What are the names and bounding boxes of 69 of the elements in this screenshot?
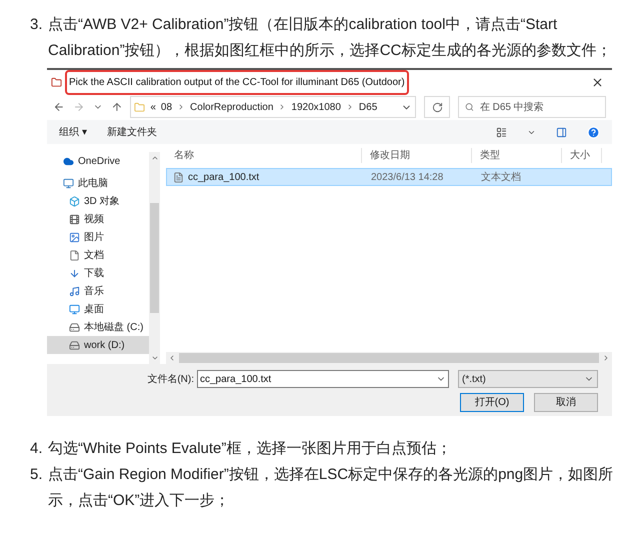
view-icon[interactable] (496, 126, 507, 138)
nav-icon (69, 232, 80, 242)
close-icon[interactable] (591, 76, 604, 88)
file-type: 文本文档 (480, 170, 522, 184)
step-number: 5. (30, 465, 44, 485)
search-input[interactable]: 在 D65 中搜索 (480, 100, 599, 114)
scroll-down-icon[interactable] (150, 354, 158, 362)
search-field[interactable]: 在 D65 中搜索 (458, 96, 606, 118)
toolbar-button[interactable]: 新建文件夹 (106, 124, 157, 140)
folder-icon (134, 102, 146, 112)
help-icon[interactable] (587, 126, 600, 138)
step-text: 点击“Gain Region Modifier”按钮，选择在LSC标定中保存的各光源的png图片，如图所示，点击“OK”进入下一步； (48, 465, 614, 511)
file-type-select[interactable]: (*.txt) (458, 370, 598, 388)
breadcrumb-item[interactable]: 1920x1080 (291, 100, 341, 114)
file-date: 2023/6/13 14:28 (370, 170, 444, 184)
nav-item[interactable]: work (D:) (47, 336, 149, 354)
preview-pane-icon[interactable] (556, 126, 567, 138)
nav-icon (69, 340, 80, 350)
nav-item[interactable]: 3D 对象 (47, 192, 149, 210)
column-header[interactable]: 类型 (472, 148, 562, 162)
back-icon[interactable] (53, 101, 65, 113)
breadcrumb-item[interactable]: ColorReproduction (190, 100, 274, 114)
breadcrumb-item[interactable]: 08 (160, 100, 172, 114)
file-icon (173, 172, 184, 182)
nav-item[interactable]: 本地磁盘 (C:) (47, 318, 149, 336)
dialog-button[interactable]: 打开(O) (460, 393, 524, 412)
nav-icon (69, 214, 80, 224)
scrollbar[interactable] (149, 152, 160, 364)
nav-item[interactable]: 音乐 (47, 282, 149, 300)
address-bar[interactable]: « 08 ColorReproduction 1920x1080 D65 (130, 96, 416, 118)
step-text: 勾选“White Points Evalute”框，选择一张图片用于白点预估； (48, 439, 452, 459)
step-number: 4. (30, 439, 44, 459)
column-header[interactable]: 修改日期 (362, 148, 472, 162)
scroll-up-icon[interactable] (150, 154, 158, 162)
horizontal-scrollbar[interactable] (166, 352, 612, 364)
search-icon (464, 102, 474, 112)
step-text: 点击“AWB V2+ Calibration”按钮（在旧版本的calibration tool中，请点击“Start Calibration”按钮），根据如图红框中的所示，选择CC标定生成的各光源的参数文件； (48, 15, 612, 61)
nav-icon (69, 286, 80, 296)
nav-item[interactable]: 下载 (47, 264, 149, 282)
nav-item[interactable]: 视频 (47, 210, 149, 228)
nav-item[interactable]: 此电脑 (47, 174, 149, 192)
breadcrumb-item[interactable]: « (150, 100, 156, 114)
filename-label: 文件名(N): (147, 372, 194, 386)
nav-icon (69, 304, 80, 314)
column-header[interactable]: 名称 (166, 148, 362, 162)
nav-item[interactable]: 文档 (47, 246, 149, 264)
nav-item[interactable]: OneDrive (47, 152, 149, 170)
nav-item[interactable]: 桌面 (47, 300, 149, 318)
column-header[interactable]: 大小 (562, 148, 602, 162)
dialog-title: Pick the ASCII calibration output of the CC-Tool for illuminant D65 (Outdoor) (65, 70, 409, 94)
nav-item[interactable]: 图片 (47, 228, 149, 246)
nav-icon (63, 178, 74, 188)
scroll-right-icon[interactable] (602, 354, 610, 362)
up-icon[interactable] (110, 101, 122, 113)
file-row[interactable]: cc_para_100.txt 2023/6/13 14:28 文本文档 (166, 168, 612, 186)
scroll-left-icon[interactable] (168, 354, 176, 362)
nav-icon (69, 268, 80, 278)
refresh-button[interactable] (424, 96, 450, 118)
nav-icon (69, 322, 80, 332)
dialog-button[interactable]: 取消 (534, 393, 598, 412)
nav-icon (63, 156, 74, 166)
nav-icon (69, 196, 80, 206)
nav-icon (69, 250, 80, 260)
step-number: 3. (30, 15, 44, 35)
refresh-icon (432, 102, 443, 112)
file-name: cc_para_100.txt (167, 170, 363, 184)
filename-field[interactable]: cc_para_100.txt (197, 370, 449, 388)
toolbar-button[interactable]: 组织 ▾ (59, 124, 87, 140)
breadcrumb-item[interactable]: D65 (358, 100, 378, 114)
